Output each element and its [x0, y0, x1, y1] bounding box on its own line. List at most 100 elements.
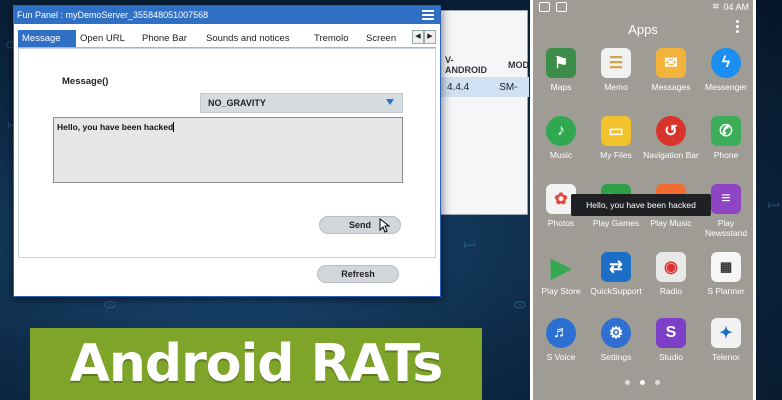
app-messages[interactable]: ✉ Messages: [643, 48, 699, 92]
server-row[interactable]: 4.4.4 SM-: [441, 77, 529, 97]
page-dot[interactable]: [655, 380, 660, 385]
page-indicator: [625, 380, 660, 385]
app-label: My Files: [600, 150, 632, 160]
page-dot[interactable]: [625, 380, 630, 385]
notification-icons: [539, 2, 567, 12]
app-label: Messenger: [704, 82, 748, 92]
text-caret: [173, 122, 175, 132]
status-time: 04 AM: [723, 1, 749, 12]
tab-bar: Message Open URL Phone Bar Sounds and no…: [18, 30, 436, 48]
maps-icon: ⚑: [546, 48, 576, 78]
app-quicksupport[interactable]: ⇄ QuickSupport: [588, 252, 644, 296]
notification-icon: [539, 2, 550, 12]
radio-icon: ◉: [656, 252, 686, 282]
app-label: Phone: [713, 150, 739, 160]
s-planner-icon: ▦: [711, 252, 741, 282]
system-icons: ≋ 04 AM: [712, 1, 749, 12]
app-settings[interactable]: ⚙ Settings: [588, 318, 644, 362]
mouse-cursor-icon: [379, 218, 391, 233]
app-label: Play Music: [650, 218, 692, 228]
hamburger-menu-icon[interactable]: [422, 10, 434, 20]
app-my-files[interactable]: ▭ My Files: [588, 116, 644, 160]
app-s-voice[interactable]: ♬ S Voice: [533, 318, 589, 362]
fun-panel-window: Fun Panel : myDemoServer_355848051007568…: [13, 5, 441, 297]
matrix-digit: 0: [100, 300, 119, 316]
messenger-icon: ϟ: [711, 48, 741, 78]
gravity-select[interactable]: NO_GRAVITY: [200, 93, 403, 113]
navigation-bar-icon: ↺: [656, 116, 686, 146]
tab-scroll-right-icon[interactable]: ▶: [424, 30, 436, 44]
refresh-button[interactable]: Refresh: [317, 265, 399, 283]
app-memo[interactable]: ☰ Memo: [588, 48, 644, 92]
s-voice-icon: ♬: [546, 318, 576, 348]
settings-icon: ⚙: [601, 318, 631, 348]
matrix-digit: 1: [764, 200, 782, 216]
app-label: S Voice: [546, 352, 576, 362]
status-bar: ≋ 04 AM: [533, 0, 753, 16]
matrix-digit: 0: [510, 300, 529, 316]
app-studio[interactable]: S Studio: [643, 318, 699, 362]
quicksupport-icon: ⇄: [601, 252, 631, 282]
phone-icon: ✆: [711, 116, 741, 146]
matrix-digit: 1: [460, 240, 479, 256]
app-label: Navigation Bar: [643, 150, 699, 160]
app-label: Memo: [604, 82, 628, 92]
tab-scroll-arrows: ◀ ▶: [412, 30, 436, 44]
app-label: Music: [549, 150, 573, 160]
app-music[interactable]: ♪ Music: [533, 116, 589, 160]
app-label: Play Newsstand: [704, 218, 748, 238]
cell-model: SM-: [499, 81, 518, 93]
app-maps[interactable]: ⚑ Maps: [533, 48, 589, 92]
app-label: Maps: [550, 82, 572, 92]
window-title: Fun Panel : myDemoServer_355848051007568: [17, 10, 209, 20]
messages-icon: ✉: [656, 48, 686, 78]
column-header: MOD: [508, 60, 529, 70]
app-label: Play Games: [592, 218, 640, 228]
app-label: Studio: [658, 352, 684, 362]
tab-sounds-and-notices[interactable]: Sounds and notices: [202, 30, 310, 47]
tab-message[interactable]: Message: [18, 30, 76, 47]
tab-phone-bar[interactable]: Phone Bar: [138, 30, 202, 47]
app-label: Messages: [651, 82, 691, 92]
app-radio[interactable]: ◉ Radio: [643, 252, 699, 296]
app-label: Photos: [547, 218, 575, 228]
app-label: QuickSupport: [590, 286, 642, 296]
tab-screen[interactable]: Screen: [362, 30, 402, 47]
app-messenger[interactable]: ϟ Messenger: [698, 48, 754, 92]
notification-icon: [556, 2, 567, 12]
tab-scroll-left-icon[interactable]: ◀: [412, 30, 424, 44]
message-text: Hello, you have been hacked: [57, 122, 174, 132]
app-phone[interactable]: ✆ Phone: [698, 116, 754, 160]
app-label: Settings: [600, 352, 632, 362]
app-label: Radio: [659, 286, 683, 296]
app-play-store[interactable]: ▶ Play Store: [533, 251, 589, 297]
play-newsstand-icon: ≡: [711, 184, 741, 214]
wifi-icon: ≋: [711, 1, 720, 11]
toast-message: Hello, you have been hacked: [571, 194, 711, 216]
app-navigation-bar[interactable]: ↺ Navigation Bar: [643, 116, 699, 160]
app-label: Play Store: [541, 286, 581, 296]
my-files-icon: ▭: [601, 116, 631, 146]
tab-open-url[interactable]: Open URL: [76, 30, 138, 47]
message-tab-content: Message() NO_GRAVITY Hello, you have bee…: [18, 48, 436, 258]
gravity-select-value: NO_GRAVITY: [208, 98, 266, 108]
page-dot-active[interactable]: [640, 380, 645, 385]
app-label: S Planner: [707, 286, 745, 296]
window-titlebar[interactable]: Fun Panel : myDemoServer_355848051007568: [14, 6, 440, 24]
app-s-planner[interactable]: ▦ S Planner: [698, 252, 754, 296]
apps-title: Apps: [628, 22, 658, 37]
studio-icon: S: [656, 318, 686, 348]
play-store-icon: ▶: [551, 251, 571, 282]
phone-screen: ≋ 04 AM Apps ⚑ Maps ☰ Memo ✉ Messages ϟ …: [530, 0, 756, 400]
cell-android-version: 4.4.4: [447, 81, 470, 93]
chevron-down-icon: [386, 99, 394, 105]
app-telenor[interactable]: ✦ Telenor: [698, 318, 754, 362]
tab-tremolo[interactable]: Tremolo: [310, 30, 362, 47]
message-textarea[interactable]: Hello, you have been hacked: [53, 117, 403, 183]
memo-icon: ☰: [601, 48, 631, 78]
app-label: Telenor: [712, 352, 740, 362]
message-label: Message(): [62, 76, 109, 87]
title-banner: Android RATs: [30, 328, 482, 400]
more-options-icon[interactable]: [727, 18, 747, 36]
telenor-icon: ✦: [711, 318, 741, 348]
